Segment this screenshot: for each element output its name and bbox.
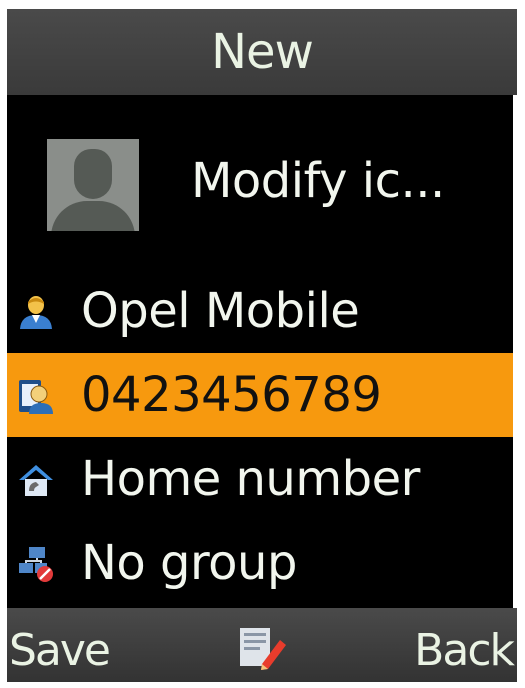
avatar-placeholder-icon[interactable] — [47, 139, 139, 231]
mobile-number-icon — [19, 380, 53, 414]
screen-title: New — [211, 24, 314, 80]
home-number-icon — [19, 465, 53, 496]
field-row-name[interactable]: Opel Mobile — [7, 269, 513, 353]
contact-name-label: Opel Mobile — [81, 283, 360, 339]
modify-icon-option[interactable]: Modify ic... — [191, 149, 501, 213]
phone-screen: New Modify ic... Opel Mobile 0423456789 — [7, 9, 517, 682]
save-softkey[interactable]: Save — [9, 608, 111, 682]
back-softkey[interactable]: Back — [414, 608, 515, 682]
contact-person-icon — [20, 296, 52, 329]
softkey-bar: Save Back — [7, 608, 517, 682]
group-label: No group — [81, 535, 297, 591]
mobile-number-value: 0423456789 — [81, 367, 382, 423]
avatar-head — [74, 149, 112, 199]
home-number-placeholder: Home number — [81, 451, 420, 507]
scrollbar[interactable] — [513, 95, 517, 608]
avatar-body — [51, 201, 135, 231]
field-row-home[interactable]: Home number — [7, 437, 513, 521]
edit-icon[interactable] — [234, 622, 288, 672]
field-row-group[interactable]: No group — [7, 521, 513, 605]
contact-group-icon — [19, 547, 53, 582]
field-row-mobile[interactable]: 0423456789 — [7, 353, 513, 437]
title-bar: New — [7, 9, 517, 95]
